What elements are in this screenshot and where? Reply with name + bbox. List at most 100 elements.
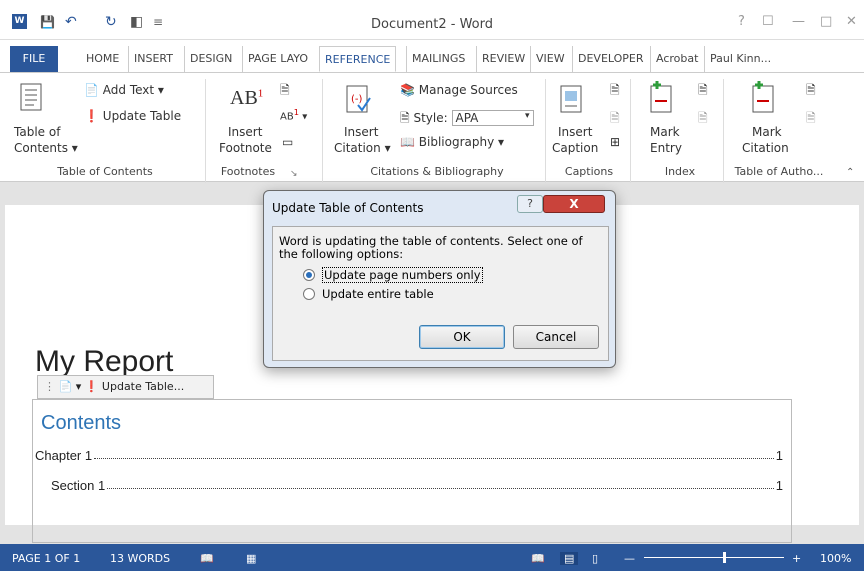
mark-entry-label[interactable]: Mark [650,125,680,139]
divider [322,79,323,183]
tab-view[interactable]: VIEW [530,46,570,72]
bibliography-button[interactable]: 📖 Bibliography ▾ [400,135,504,149]
radio-update-entire-table[interactable]: Update entire table [303,287,434,301]
macro-icon[interactable]: ▦ [246,552,256,565]
drag-handle-icon[interactable]: ⋮ [44,380,55,393]
citations-group-label: Citations & Bibliography [370,165,504,178]
toc-button-label-2[interactable]: Contents ▾ [14,141,78,155]
document-title[interactable]: My Report [35,345,173,379]
dialog-help-button[interactable]: ? [517,195,543,213]
zoom-in-icon[interactable]: + [792,552,801,565]
update-table-icon: ❗ [84,109,99,123]
update-toc-dialog: Update Table of Contents ? X Word is upd… [263,190,616,368]
mark-citation-label-2[interactable]: Citation [742,141,789,155]
divider [723,79,724,183]
insert-citation-icon: (-) [346,85,372,116]
style-icon: 🗎 [400,111,410,125]
toc-entry[interactable]: Section 11 [33,478,783,493]
toc-content-control-toolbar[interactable]: ⋮ 📄 ▾ ❗ Update Table... [37,375,214,399]
tab-file[interactable]: FILE [10,46,58,72]
dialog-close-button[interactable]: X [543,195,605,213]
ribbon-tabs: FILE HOME INSERT DESIGN PAGE LAYO REFERE… [0,40,864,72]
bibliography-icon: 📖 [400,135,415,149]
divider [545,79,546,183]
insert-endnote-icon[interactable]: 🗎 [280,81,290,102]
dialog-message: Word is updating the table of contents. … [279,234,583,261]
tab-insert[interactable]: INSERT [128,46,178,72]
proofing-icon[interactable]: 📖 [200,552,214,565]
ribbon: Table of Contents ▾ 📄 Add Text ▾ ❗ Updat… [0,72,864,183]
insert-citation-label-2[interactable]: Citation ▾ [334,141,391,155]
radio-update-page-numbers[interactable]: Update page numbers only [303,267,483,283]
tab-page-layout[interactable]: PAGE LAYO [242,46,313,72]
insert-table-of-figures-icon[interactable]: 🗎 [610,81,620,102]
toc-menu-icon[interactable]: 📄 ▾ [59,380,82,393]
collapse-ribbon-icon[interactable]: ⌃ [846,167,854,178]
title-bar: W 💾 ↶ ↻ ◧ ≡ Document2 - Word ? ☐ — □ ✕ [0,0,864,40]
divider [205,79,206,183]
cross-reference-icon[interactable]: ⊞ [610,135,620,149]
toc-button-label[interactable]: Table of [14,125,60,139]
web-layout-icon[interactable]: ▯ [592,552,598,565]
zoom-slider-thumb[interactable] [723,552,726,563]
table-of-contents[interactable]: Contents Chapter 11 Section 11 [32,399,792,543]
insert-toa-icon[interactable]: 🗎 [806,81,816,102]
tab-review[interactable]: REVIEW [476,46,530,72]
toc-update-table-button[interactable]: Update Table... [102,380,184,393]
tab-references[interactable]: REFERENCE [319,46,397,72]
zoom-slider[interactable] [644,557,784,558]
authorities-group-label: Table of Autho... [734,165,824,178]
read-mode-icon[interactable]: 📖 [531,552,545,565]
dialog-title: Update Table of Contents [272,201,424,215]
style-select[interactable]: 🗎 Style: APA ▾ [400,109,534,130]
insert-caption-icon [560,85,582,116]
tab-design[interactable]: DESIGN [184,46,237,72]
maximize-icon[interactable]: □ [820,14,832,29]
tab-developer[interactable]: DEVELOPER [572,46,649,72]
update-figures-icon[interactable]: 🗎 [610,109,620,130]
help-icon[interactable]: ? [738,14,745,29]
minimize-icon[interactable]: — [792,14,805,29]
tab-home[interactable]: HOME [81,46,124,72]
page-count[interactable]: PAGE 1 OF 1 [12,552,80,565]
update-index-icon[interactable]: 🗎 [698,109,708,130]
tab-mailings[interactable]: MAILINGS [406,46,470,72]
zoom-level[interactable]: 100% [820,552,851,565]
footnotes-group-label: Footnotes [220,165,276,178]
mark-entry-label-2[interactable]: Entry [650,141,682,155]
show-notes-icon[interactable]: ▭ [282,135,293,149]
status-bar: PAGE 1 OF 1 13 WORDS 📖 ▦ 📖 ▤ ▯ — + 100% [0,544,864,571]
radio-unselected-icon[interactable] [303,288,315,300]
zoom-out-icon[interactable]: — [624,552,635,565]
insert-footnote-label-2[interactable]: Footnote [219,141,272,155]
insert-caption-label[interactable]: Insert [558,125,592,139]
cancel-button[interactable]: Cancel [513,325,599,349]
insert-index-icon[interactable]: 🗎 [698,81,708,102]
insert-footnote-icon: AB1 [230,87,264,109]
print-layout-icon[interactable]: ▤ [560,552,579,565]
add-text-button[interactable]: 📄 Add Text ▾ [84,83,164,97]
manage-sources-icon: 📚 [400,83,415,97]
ribbon-display-icon[interactable]: ☐ [762,14,774,29]
tab-acrobat[interactable]: Acrobat [650,46,703,72]
toc-entry[interactable]: Chapter 11 [33,448,783,463]
update-table-button[interactable]: ❗ Update Table [84,109,181,123]
svg-text:(-): (-) [351,94,363,105]
ok-button[interactable]: OK [419,325,505,349]
mark-citation-icon [750,81,778,116]
close-window-icon[interactable]: ✕ [846,14,857,29]
radio-selected-icon[interactable] [303,269,315,281]
footnote-launcher-icon[interactable]: ↘ [290,169,298,179]
user-account[interactable]: Paul Kinn... [704,46,776,72]
toc-heading: Contents [41,412,122,434]
insert-caption-label-2[interactable]: Caption [552,141,598,155]
update-toa-icon[interactable]: 🗎 [806,109,816,130]
next-footnote-icon[interactable]: AB1 ▾ [280,107,307,122]
insert-citation-label[interactable]: Insert [344,125,378,139]
captions-group-label: Captions [564,165,614,178]
manage-sources-button[interactable]: 📚 Manage Sources [400,83,518,97]
insert-footnote-label[interactable]: Insert [228,125,262,139]
mark-citation-label[interactable]: Mark [752,125,782,139]
word-count[interactable]: 13 WORDS [110,552,170,565]
dialog-body: Word is updating the table of contents. … [272,226,609,361]
